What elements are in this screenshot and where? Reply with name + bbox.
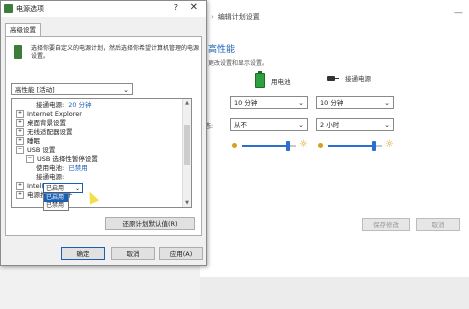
content-area — [200, 34, 469, 277]
display-off-plugged-select[interactable]: 10 分钟 ⌄ — [316, 96, 394, 109]
expand-icon[interactable]: + — [16, 128, 24, 136]
battery-settings-icon — [11, 45, 25, 59]
brightness-plugged-slider[interactable]: ☼ — [318, 139, 394, 151]
display-off-battery-select[interactable]: 10 分钟 ⌄ — [230, 96, 308, 109]
expand-icon[interactable]: + — [16, 137, 24, 145]
tree-row-label: 使用电池: — [36, 164, 65, 172]
tree-row[interactable]: + 睡眠 — [16, 137, 40, 146]
tree-row[interactable]: + Internet Explorer — [16, 110, 82, 119]
column-header-battery: 用电池 — [255, 71, 291, 88]
cancel-button[interactable]: 取消 — [416, 218, 460, 231]
tab-advanced-settings[interactable]: 高级设置 — [5, 23, 41, 37]
tree-row[interactable]: 接通电源: — [36, 173, 64, 182]
restore-defaults-button[interactable]: 还原计划默认值(R) — [105, 217, 195, 230]
tree-row-value[interactable]: 已禁用 — [68, 164, 88, 172]
save-changes-button[interactable]: 保存修改 — [362, 218, 410, 231]
select-value: 10 分钟 — [320, 99, 344, 107]
usb-plugged-select[interactable]: 已启用 ⌄ — [43, 183, 83, 193]
column-label-plugged: 接通电源 — [345, 75, 371, 83]
expand-icon[interactable]: + — [16, 110, 24, 118]
option-enabled[interactable]: 已启用 — [44, 194, 68, 202]
sleep-battery-select[interactable]: 从不 ⌄ — [230, 118, 308, 131]
brightness-high-icon: ☼ — [299, 139, 308, 150]
brightness-low-icon — [318, 143, 323, 148]
slider-thumb[interactable] — [371, 141, 376, 151]
expand-icon[interactable]: + — [16, 191, 24, 199]
select-value: 2 小时 — [320, 121, 340, 129]
breadcrumb-current[interactable]: 编辑计划设置 — [218, 13, 260, 21]
column-header-plugged: 接通电源 — [327, 73, 371, 83]
chevron-down-icon: ⌄ — [298, 121, 304, 129]
scroll-up-icon[interactable]: ▲ — [183, 99, 191, 107]
tree-row-label: Internet Explorer — [27, 110, 82, 118]
power-options-dialog: 电源选项 ? ✕ 高级设置 选择你要自定义的电源计划，然后选择你希望计算机管理的… — [0, 0, 207, 266]
tree-row-label: 无线适配器设置 — [27, 128, 73, 136]
tree-row[interactable]: 使用电池: 已禁用 — [36, 164, 88, 173]
tree-row-value[interactable]: 20 分钟 — [68, 101, 91, 109]
chevron-down-icon: ⌄ — [384, 121, 390, 129]
intro-text: 选择你要自定义的电源计划，然后选择你希望计算机管理的电源设置。 — [31, 45, 200, 60]
close-icon[interactable]: ✕ — [190, 2, 198, 13]
usb-plugged-options[interactable]: 已启用 已禁用 — [43, 193, 69, 211]
tree-row-label: 接通电源: — [36, 101, 65, 109]
chevron-down-icon: ⌄ — [298, 99, 304, 107]
apply-button[interactable]: 应用(A) — [159, 247, 203, 260]
brightness-battery-slider[interactable]: ☼ — [232, 139, 308, 151]
settings-tree[interactable]: 接通电源: 20 分钟 + Internet Explorer + 桌面背景设置 + 无线适配… — [11, 98, 192, 208]
battery-icon — [255, 71, 265, 88]
tree-row[interactable]: − USB 选择性暂停设置 — [26, 155, 98, 164]
tree-row-label: 睡眠 — [27, 137, 40, 145]
tree-row[interactable]: 接通电源: 20 分钟 — [36, 101, 92, 110]
scroll-thumb[interactable] — [184, 125, 190, 165]
tree-row[interactable]: − USB 设置 — [16, 146, 55, 155]
power-options-icon — [4, 4, 13, 13]
breadcrumb: 器›编辑计划设置 — [200, 10, 260, 24]
brightness-low-icon — [232, 143, 237, 148]
plan-title: 高性能 — [208, 45, 236, 55]
tree-row[interactable]: + 桌面背景设置 — [16, 119, 66, 128]
column-label-battery: 用电池 — [271, 77, 291, 86]
chevron-down-icon: ⌄ — [123, 86, 129, 94]
dialog-title-bar: 电源选项 ? ✕ — [1, 1, 206, 17]
option-disabled[interactable]: 已禁用 — [44, 202, 68, 210]
ok-button[interactable]: 确定 — [61, 247, 105, 260]
cancel-button[interactable]: 取消 — [111, 247, 155, 260]
select-value: 从不 — [234, 121, 247, 129]
footer-area — [200, 277, 469, 309]
collapse-icon[interactable]: − — [16, 146, 24, 154]
brightness-high-icon: ☼ — [385, 139, 394, 150]
minimize-icon[interactable]: — — [454, 8, 463, 18]
expand-icon[interactable]: + — [16, 182, 24, 190]
plan-select[interactable]: 高性能 [活动] ⌄ — [11, 83, 133, 95]
tree-row-label: USB 选择性暂停设置 — [37, 155, 98, 163]
sleep-plugged-select[interactable]: 2 小时 ⌄ — [316, 118, 394, 131]
slider-thumb[interactable] — [285, 141, 290, 151]
tree-row-label: USB 设置 — [27, 146, 56, 154]
select-value: 10 分钟 — [234, 99, 258, 107]
expand-icon[interactable]: + — [16, 119, 24, 127]
tree-row[interactable]: + 无线适配器设置 — [16, 128, 73, 137]
dialog-title: 电源选项 — [16, 5, 44, 13]
usb-plugged-value: 已启用 — [46, 185, 65, 192]
chevron-down-icon: ⌄ — [384, 99, 390, 107]
plan-select-value: 高性能 [活动] — [15, 86, 55, 94]
tree-scrollbar[interactable]: ▲ ▼ — [182, 99, 191, 207]
plan-description: 更改设置和显示设置。 — [208, 60, 269, 67]
breadcrumb-separator-icon: › — [211, 13, 214, 21]
scroll-down-icon[interactable]: ▼ — [183, 199, 191, 207]
tree-row-label: 桌面背景设置 — [27, 119, 66, 127]
plug-icon — [327, 74, 339, 82]
chevron-down-icon: ⌄ — [74, 185, 80, 192]
tree-row-label: 接通电源: — [36, 173, 65, 181]
collapse-icon[interactable]: − — [26, 155, 34, 163]
help-icon[interactable]: ? — [174, 3, 178, 12]
